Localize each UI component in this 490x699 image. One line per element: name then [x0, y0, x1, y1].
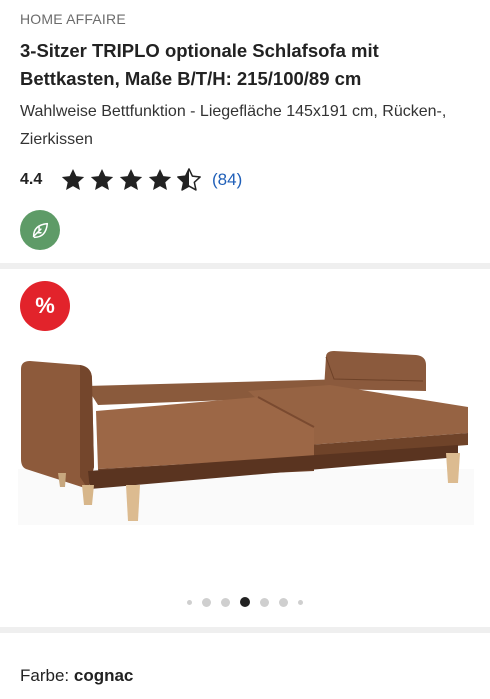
section-divider — [0, 627, 490, 633]
product-subtitle: Wahlweise Bettfunktion - Liegefläche 145… — [20, 103, 447, 148]
pagination-dot[interactable] — [279, 597, 288, 607]
review-count-link[interactable]: (84) — [212, 170, 242, 190]
sofa-bed-image[interactable] — [18, 349, 474, 529]
brand-name[interactable]: HOME AFFAIRE — [20, 10, 470, 28]
pagination-dot-active[interactable] — [240, 597, 250, 607]
star-half-icon — [177, 168, 201, 191]
star-rating — [60, 167, 202, 193]
star-icon — [61, 168, 85, 190]
pagination-dot[interactable] — [298, 599, 303, 605]
pagination-dot[interactable] — [187, 599, 192, 605]
rating-value: 4.4 — [20, 171, 43, 188]
product-title: 3-Sitzer TRIPLO optionale Schlafsofa mit… — [20, 40, 379, 89]
product-header: HOME AFFAIRE 3-Sitzer TRIPLO optionale S… — [0, 0, 490, 250]
rating-row[interactable]: 4.4 (84) — [20, 168, 470, 192]
gallery-pagination[interactable] — [0, 597, 490, 607]
product-page: HOME AFFAIRE 3-Sitzer TRIPLO optionale S… — [0, 0, 490, 699]
color-value: cognac — [73, 666, 134, 685]
pagination-dot[interactable] — [202, 597, 211, 607]
image-gallery[interactable]: % — [0, 269, 490, 627]
star-icon — [119, 168, 143, 190]
pagination-dot[interactable] — [221, 597, 230, 607]
star-icon — [148, 168, 172, 190]
pagination-dot[interactable] — [260, 597, 269, 607]
star-icon — [90, 168, 114, 190]
sale-badge: % — [20, 281, 70, 331]
color-selector[interactable]: Farbe: cognac — [20, 666, 133, 686]
leaf-icon — [32, 222, 49, 239]
color-label: Farbe: — [20, 666, 70, 685]
sustainability-badge[interactable] — [20, 210, 60, 250]
